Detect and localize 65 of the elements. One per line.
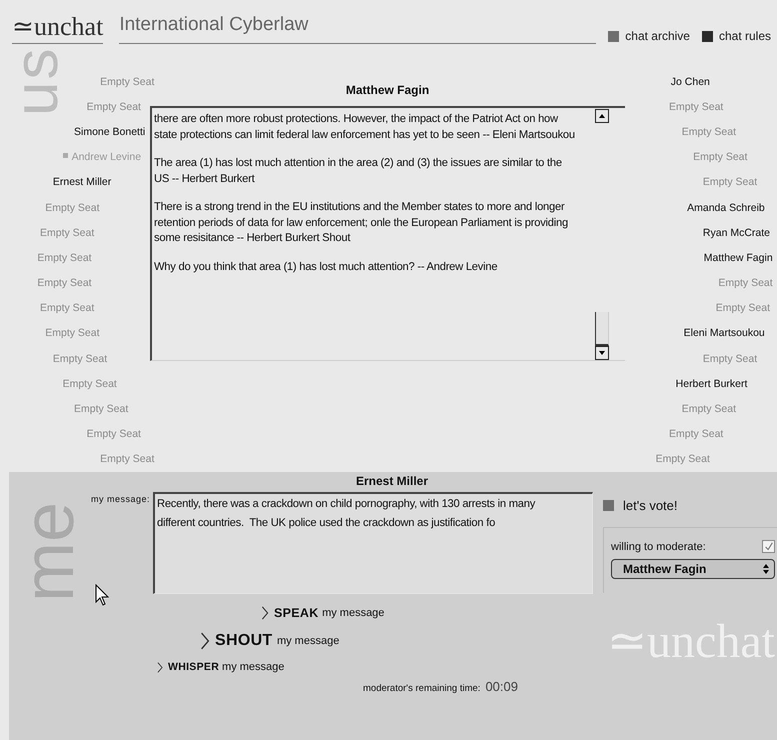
seat[interactable]: Empty Seat	[656, 453, 710, 466]
seat[interactable]: Empty Seat	[45, 202, 100, 214]
timer-label: moderator's remaining time:	[363, 683, 480, 694]
logo: ≃unchat	[12, 14, 104, 44]
scroll-down-icon[interactable]	[595, 346, 609, 360]
seat[interactable]: Empty Seat	[37, 252, 92, 264]
chevron-icon	[200, 632, 210, 650]
mouse-pointer-icon	[95, 584, 109, 606]
chat-message-line: Why do you think that area (1) has lost much attention? -- Andrew Levine	[154, 260, 498, 274]
seat[interactable]: Empty Seat	[669, 428, 724, 440]
seat[interactable]: Herbert Burkert	[676, 378, 748, 390]
message-label: my message:	[90, 493, 151, 504]
chat-message-line: state protections can limit federal law enforcement has yet to be seen -- Eleni Martsoukou	[154, 128, 576, 142]
seat[interactable]: Empty Seat	[86, 428, 141, 440]
timer-value: 00:09	[485, 679, 518, 694]
seat[interactable]: Empty Seat	[693, 151, 748, 164]
seat[interactable]: Empty Seat	[702, 352, 758, 365]
seat[interactable]: Empty Seat	[62, 378, 117, 390]
seat[interactable]: Empty Seat	[718, 277, 773, 290]
moderate-checkbox[interactable]	[762, 540, 775, 553]
message-field[interactable]: Recently, there was a crackdown on child pornography, with 130 arrests in many different countries. The UK police used the crackdown as justification fo	[153, 492, 593, 594]
scrollbar[interactable]	[595, 108, 611, 360]
chat-message-line: The area (1) has lost much attention in the area (2) and (3) the issues are similar to the	[154, 156, 563, 171]
seat[interactable]: Ryan McCrate	[702, 226, 770, 239]
seat[interactable]: Simone Bonetti	[74, 126, 146, 138]
scrollbar-thumb[interactable]	[595, 312, 609, 346]
seat[interactable]: Empty Seat	[74, 403, 128, 416]
seat[interactable]: Empty Seat	[100, 453, 154, 466]
room-title: International Cyberlaw	[119, 14, 308, 44]
seat[interactable]: Empty Seat	[45, 327, 100, 340]
seat[interactable]: Empty Seat	[716, 302, 770, 314]
moderate-label: willing to moderate:	[611, 540, 706, 552]
seat[interactable]: Empty Seat	[52, 352, 108, 365]
chat-message-line: There is a strong trend in the EU institutions and the Member states to more and longer	[154, 200, 566, 215]
seat[interactable]: Empty Seat	[86, 100, 141, 113]
seat[interactable]: Empty Seat	[37, 277, 92, 290]
seat[interactable]: Empty Seat	[100, 76, 154, 88]
scroll-up-icon[interactable]	[595, 109, 609, 123]
chat-message-line: US -- Herbert Burkert	[154, 172, 256, 186]
seat[interactable]: Empty Seat	[669, 100, 724, 113]
header-link[interactable]: chat archive	[608, 29, 690, 44]
seat[interactable]: Empty Seat	[40, 302, 94, 314]
chevron-icon	[261, 606, 269, 620]
seat[interactable]: Empty Seat	[682, 126, 736, 138]
vote-link[interactable]: let's vote!	[603, 498, 777, 513]
header-link[interactable]: chat rules	[702, 29, 771, 44]
chat-message-line: there are often more robust protections. However, the impact of the Patriot Act on how	[154, 112, 559, 127]
seat[interactable]: Ernest Miller	[52, 176, 112, 188]
seat[interactable]: Amanda Schreib	[687, 202, 765, 214]
my-name: Ernest Miller	[354, 473, 430, 490]
send-message-link[interactable]: WHISPER my message	[157, 661, 284, 673]
seat[interactable]: Jo Chen	[670, 76, 710, 88]
moderator-select[interactable]: Matthew Fagin	[611, 559, 775, 579]
seat[interactable]: Empty Seat	[40, 226, 94, 239]
send-message-link[interactable]: SPEAK my message	[261, 606, 384, 620]
seat[interactable]: Andrew Levine	[62, 151, 142, 164]
seat[interactable]: Empty Seat	[682, 403, 736, 416]
seat[interactable]: Empty Seat	[702, 176, 758, 188]
chat-message-line: retention periods of data for law enforcement; onle the European Parliament is providing	[154, 216, 569, 230]
send-message-link[interactable]: SHOUT my message	[200, 632, 340, 650]
chevron-icon	[157, 662, 163, 672]
seat[interactable]: Matthew Fagin	[704, 252, 773, 264]
seat[interactable]: Eleni Martsoukou	[684, 327, 765, 340]
up-down-arrows-icon	[762, 563, 770, 575]
chat-message-line: some resisitance -- Herbert Burkert Shout	[154, 231, 352, 246]
